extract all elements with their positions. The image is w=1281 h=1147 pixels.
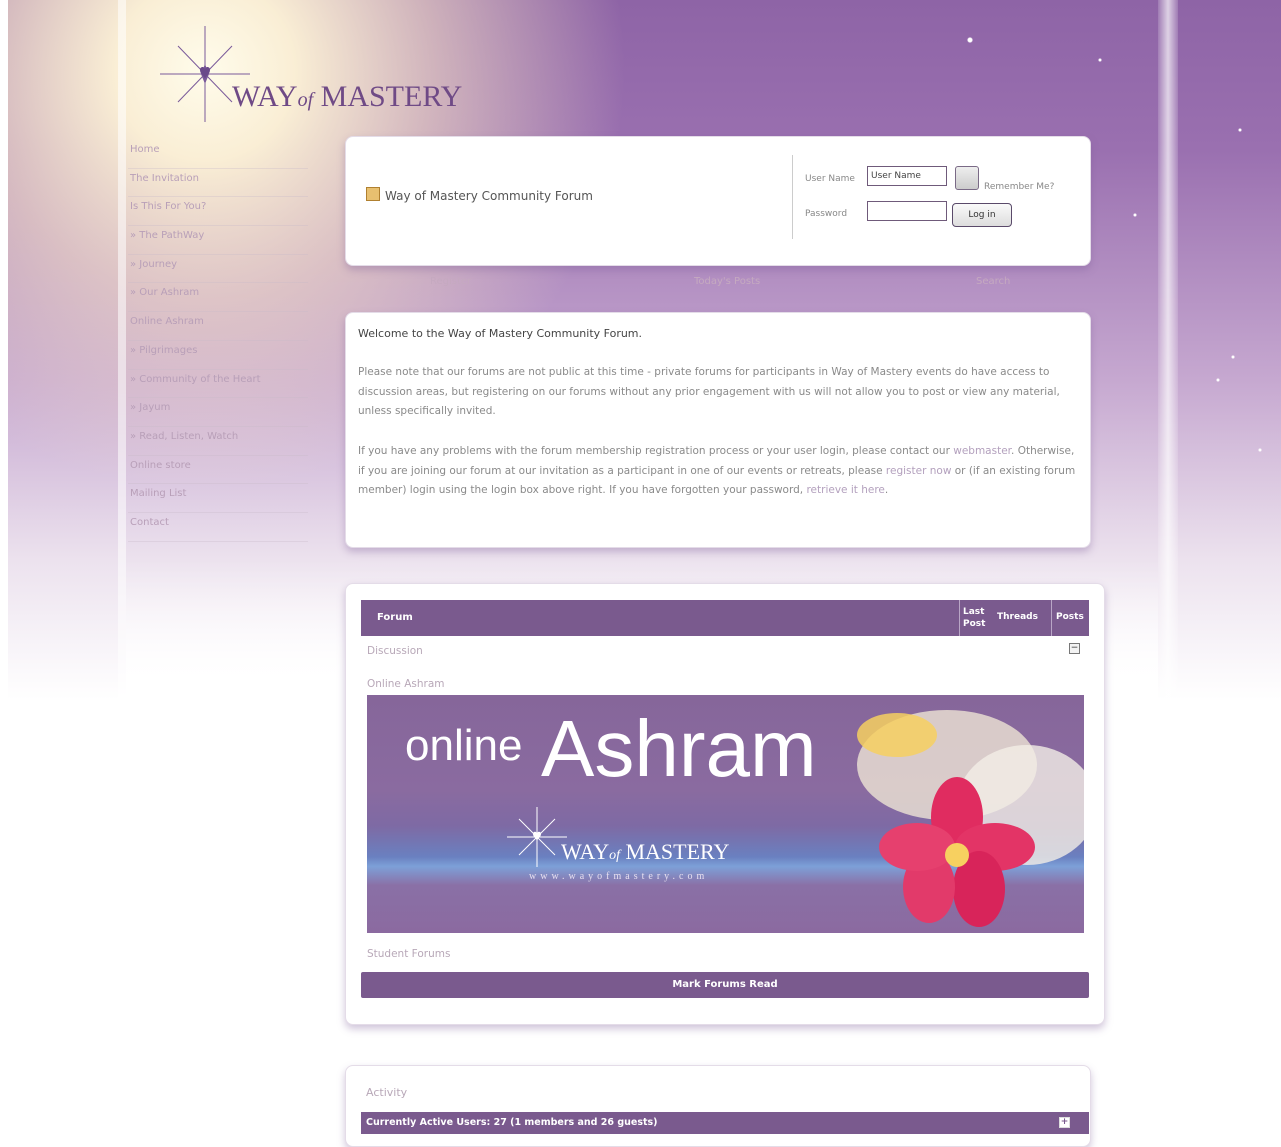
banner-of: of (609, 848, 620, 863)
retrieve-password-link[interactable]: retrieve it here (806, 484, 884, 496)
nav-item-read-listen-watch[interactable]: » Read, Listen, Watch (128, 427, 308, 456)
category-online-ashram[interactable]: Online Ashram (367, 678, 445, 690)
nav-item-home[interactable]: Home (128, 140, 308, 169)
collapse-toggle-icon[interactable]: − (1069, 643, 1080, 654)
welcome-notice-paragraph: Please note that our forums are not publ… (358, 366, 1060, 417)
nav-item-our-ashram[interactable]: » Our Ashram (128, 283, 308, 313)
banner-url: www.wayofmastery.com (529, 871, 709, 882)
banner-ashram-text: Ashram (541, 704, 817, 793)
column-divider (959, 600, 960, 636)
login-button[interactable]: Log in (952, 203, 1012, 227)
column-divider (1051, 600, 1052, 636)
logo-wordmark: WAYof MASTERY (232, 80, 462, 114)
column-last-post-line1: Last (963, 607, 985, 617)
expand-toggle-icon[interactable]: + (1059, 1117, 1070, 1128)
column-last-post-line2: Post (963, 619, 986, 629)
todays-posts-link[interactable]: Today's Posts (694, 276, 760, 287)
nav-item-pilgrimages[interactable]: » Pilgrimages (128, 341, 308, 370)
register-link[interactable]: Register (430, 276, 471, 287)
help-text-1: If you have any problems with the forum … (358, 445, 954, 457)
column-posts: Posts (1056, 612, 1084, 622)
header-divider (792, 155, 793, 239)
category-discussion[interactable]: Discussion (367, 645, 423, 657)
password-label: Password (805, 209, 848, 219)
site-logo[interactable]: WAYof MASTERY (160, 26, 490, 126)
nav-item-is-this-for-you[interactable]: Is This For You? (128, 197, 308, 227)
nav-item-pathway[interactable]: » The PathWay (128, 226, 308, 255)
page-column-edge-right (1158, 0, 1178, 1131)
welcome-help-paragraph: If you have any problems with the forum … (358, 442, 1076, 501)
mark-forums-read-button[interactable]: Mark Forums Read (361, 972, 1089, 998)
remember-me-label: Remember Me? (984, 182, 1055, 192)
column-threads: Threads (997, 612, 1038, 622)
left-margin (0, 0, 8, 1131)
banner-way: WAY (561, 839, 610, 864)
online-ashram-banner[interactable]: online Ashram WAYof MASTERY www.wayofmas… (367, 695, 1084, 933)
remember-me-checkbox[interactable] (955, 166, 979, 190)
banner-online-text: online (405, 721, 523, 770)
password-input[interactable] (867, 201, 947, 221)
forum-title[interactable]: Way of Mastery Community Forum (366, 187, 593, 203)
welcome-title: Welcome to the Way of Mastery Community … (358, 327, 643, 340)
banner-mastery: MASTERY (625, 839, 730, 864)
left-nav: Home The Invitation Is This For You? » T… (128, 140, 308, 542)
logo-way: WAY (232, 80, 298, 113)
forum-header-panel: Way of Mastery Community Forum User Name… (345, 136, 1091, 266)
username-input[interactable] (867, 166, 947, 186)
banner-star-icon (507, 807, 567, 867)
column-last-post: Last Post (963, 606, 985, 630)
activity-panel: Activity Currently Active Users: 27 (1 m… (345, 1065, 1091, 1147)
nav-item-contact[interactable]: Contact (128, 513, 308, 542)
nav-item-online-ashram[interactable]: Online Ashram (128, 312, 308, 341)
nav-item-community-of-the-heart[interactable]: » Community of the Heart (128, 370, 308, 399)
help-text-4: . (884, 484, 889, 496)
search-link[interactable]: Search (976, 276, 1010, 287)
page-column-edge-left (118, 0, 126, 1131)
flower-image (857, 710, 1084, 927)
welcome-panel: Welcome to the Way of Mastery Community … (345, 312, 1091, 548)
nav-item-jayum[interactable]: » Jayum (128, 398, 308, 427)
forum-table-header: Forum Last Post Threads Posts (361, 600, 1089, 636)
forum-home-icon (366, 187, 380, 201)
nav-item-online-store[interactable]: Online store (128, 456, 308, 485)
username-label: User Name (805, 174, 855, 184)
register-now-link[interactable]: register now (886, 465, 952, 477)
column-forum: Forum (377, 612, 413, 623)
nav-item-journey[interactable]: » Journey (128, 255, 308, 284)
nav-item-invitation[interactable]: The Invitation (128, 169, 308, 198)
webmaster-link[interactable]: webmaster (953, 445, 1011, 457)
logo-of: of (297, 89, 314, 111)
forum-list-panel: Forum Last Post Threads Posts Discussion … (345, 583, 1105, 1025)
logo-mastery: MASTERY (320, 80, 463, 113)
forum-title-text: Way of Mastery Community Forum (385, 189, 593, 203)
nav-item-mailing-list[interactable]: Mailing List (128, 484, 308, 513)
banner-way-of-mastery: WAYof MASTERY (561, 839, 729, 865)
active-users-text: Currently Active Users: 27 (1 members an… (366, 1117, 658, 1128)
category-student-forums[interactable]: Student Forums (367, 948, 450, 960)
activity-title: Activity (366, 1086, 408, 1099)
